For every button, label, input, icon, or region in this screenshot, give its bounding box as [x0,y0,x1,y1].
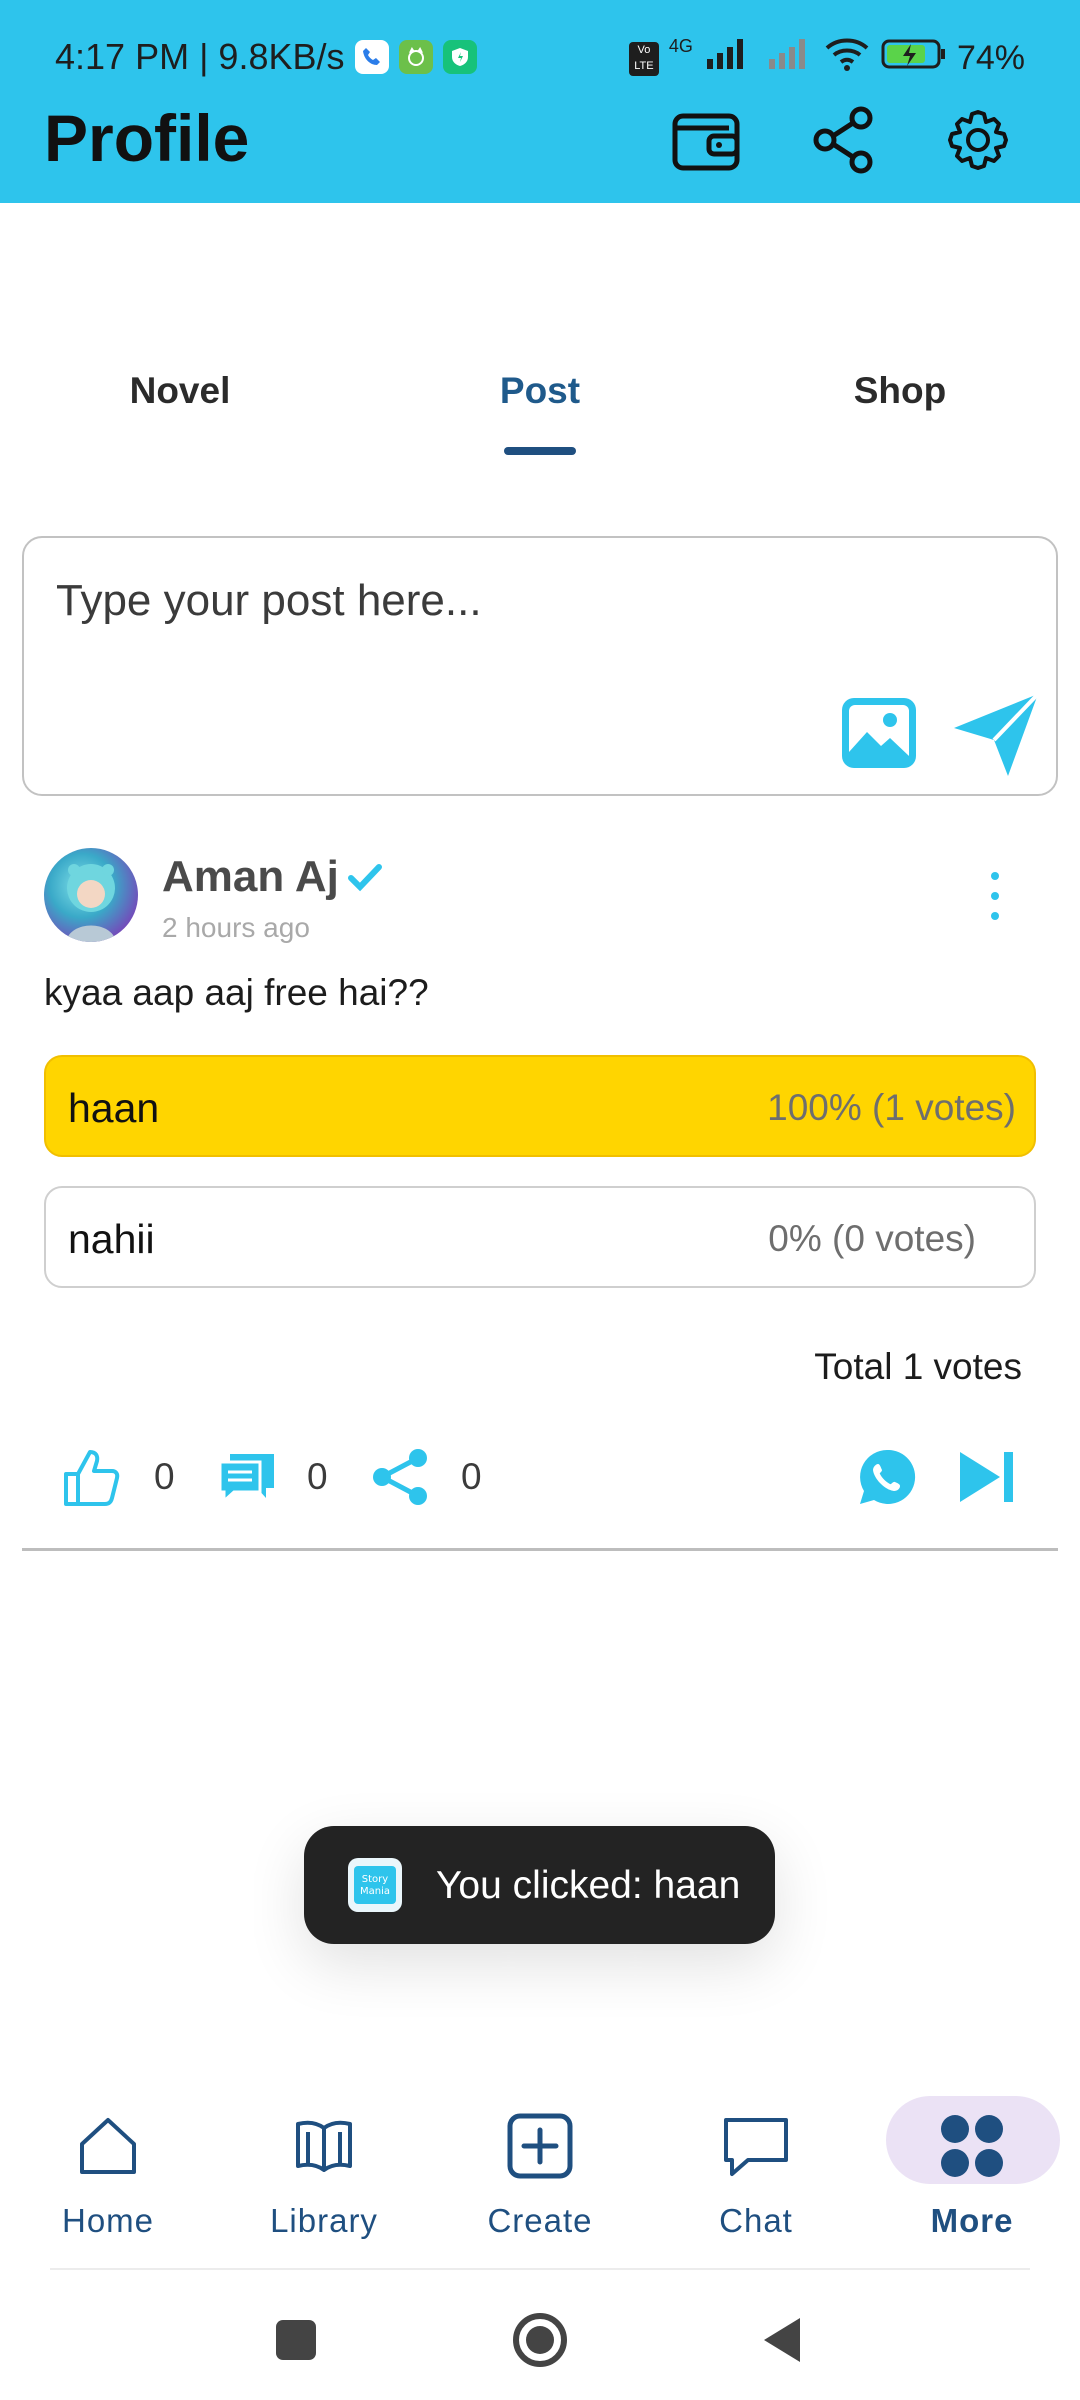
home-system-button[interactable] [510,2310,570,2370]
skip-next-button[interactable] [956,1446,1018,1508]
comment-button[interactable] [216,1446,278,1508]
app-header: 4:17 PM | 9.8KB/s Vo LTE 4G 74% Profile [0,0,1080,203]
grid-dots-icon [941,2115,1003,2177]
add-image-button[interactable] [840,694,918,772]
share-post-button[interactable] [370,1446,432,1508]
post-divider [22,1548,1058,1551]
poll-option-result: 100% (1 votes) [767,1087,1016,1128]
poll-option-result: 0% (0 votes) [768,1218,976,1259]
chat-bubble-icon [724,2118,788,2176]
nav-more[interactable]: More [872,2100,1072,2250]
tab-shop[interactable]: Shop [780,370,1020,412]
volte-icon: Vo LTE [628,41,659,76]
plus-square-icon [507,2113,573,2179]
share-icon [813,106,873,174]
battery-icon [881,38,947,79]
whatsapp-icon [860,1449,916,1504]
post-author-name[interactable]: Aman Aj [162,852,339,902]
tab-novel[interactable]: Novel [60,370,300,412]
post-input-placeholder[interactable]: Type your post here... [56,576,482,626]
whatsapp-share-button[interactable] [856,1446,918,1508]
like-button[interactable] [60,1446,122,1508]
nav-label: Create [487,2202,593,2239]
settings-button[interactable] [938,100,1018,180]
poll-option-label: nahii [68,1216,155,1262]
phone-app-icon [354,40,389,74]
share-icon [373,1449,427,1505]
tab-post[interactable]: Post [420,370,660,412]
post-text: kyaa aap aaj free hai?? [44,972,429,1013]
nav-label: More [930,2202,1014,2239]
storymania-logo: Story Mania [348,1858,402,1912]
back-button[interactable] [754,2310,814,2370]
wallet-icon [672,113,740,171]
comments-icon [218,1454,274,1505]
network-type: 4G [668,36,693,56]
toast-message: Story Mania You clicked: haan [304,1826,775,1944]
svg-text:Story: Story [362,1874,388,1885]
post-timestamp: 2 hours ago [162,912,310,943]
like-count: 0 [154,1456,175,1497]
send-post-button[interactable] [950,688,1042,780]
square-icon [276,2320,316,2360]
post-options-menu-icon[interactable] [975,866,1015,926]
bottom-navigation: Home Library Create Chat More [0,2090,1080,2270]
poll-total-votes: Total 1 votes [814,1346,1022,1387]
toast-text: You clicked: haan [436,1864,741,1907]
nav-library[interactable]: Library [224,2100,424,2250]
status-left: 4:17 PM | 9.8KB/s [55,36,477,78]
svg-text:Mania: Mania [360,1886,390,1897]
verified-check-icon [345,858,385,898]
page-title: Profile [44,101,250,175]
battery-level: 74% [956,39,1025,77]
post-composer[interactable]: Type your post here... [22,536,1058,796]
status-right: Vo LTE 4G 74% [628,36,1025,81]
active-tab-indicator [504,447,576,455]
status-bar: 4:17 PM | 9.8KB/s Vo LTE 4G 74% [0,0,1080,90]
nav-label: Home [61,2202,155,2239]
shield-app-icon [442,40,477,74]
settings-gear-icon [948,110,1008,170]
recent-apps-button[interactable] [266,2310,326,2370]
image-icon [842,698,916,768]
poll-option-haan[interactable]: haan 100% (1 votes) [44,1055,1036,1157]
comment-count: 0 [307,1456,328,1497]
book-icon [296,2120,352,2172]
wallet-button[interactable] [666,100,746,180]
thumbs-up-icon [64,1450,120,1506]
send-icon [954,692,1040,776]
circle-icon [513,2313,567,2367]
signal-icon [703,37,755,80]
avatar[interactable] [44,848,138,942]
cat-app-icon [398,40,433,74]
signal-2-icon [765,37,813,80]
nav-label: Library [270,2202,378,2239]
home-icon [80,2118,136,2174]
nav-home[interactable]: Home [8,2100,208,2250]
wifi-icon [823,36,871,81]
triangle-back-icon [764,2318,800,2362]
system-navigation-bar [0,2300,1080,2380]
skip-next-icon [960,1452,1013,1502]
nav-chat[interactable]: Chat [656,2100,856,2250]
status-time-speed: 4:17 PM | 9.8KB/s [55,36,345,77]
share-count: 0 [461,1456,482,1497]
nav-separator [50,2268,1030,2270]
nav-create[interactable]: Create [440,2100,640,2250]
post-actions: 0 0 0 [0,1440,1080,1520]
poll-option-nahii[interactable]: nahii 0% (0 votes) [44,1186,1036,1288]
nav-label: Chat [719,2202,793,2239]
poll-option-label: haan [68,1085,160,1131]
share-profile-button[interactable] [803,100,883,180]
